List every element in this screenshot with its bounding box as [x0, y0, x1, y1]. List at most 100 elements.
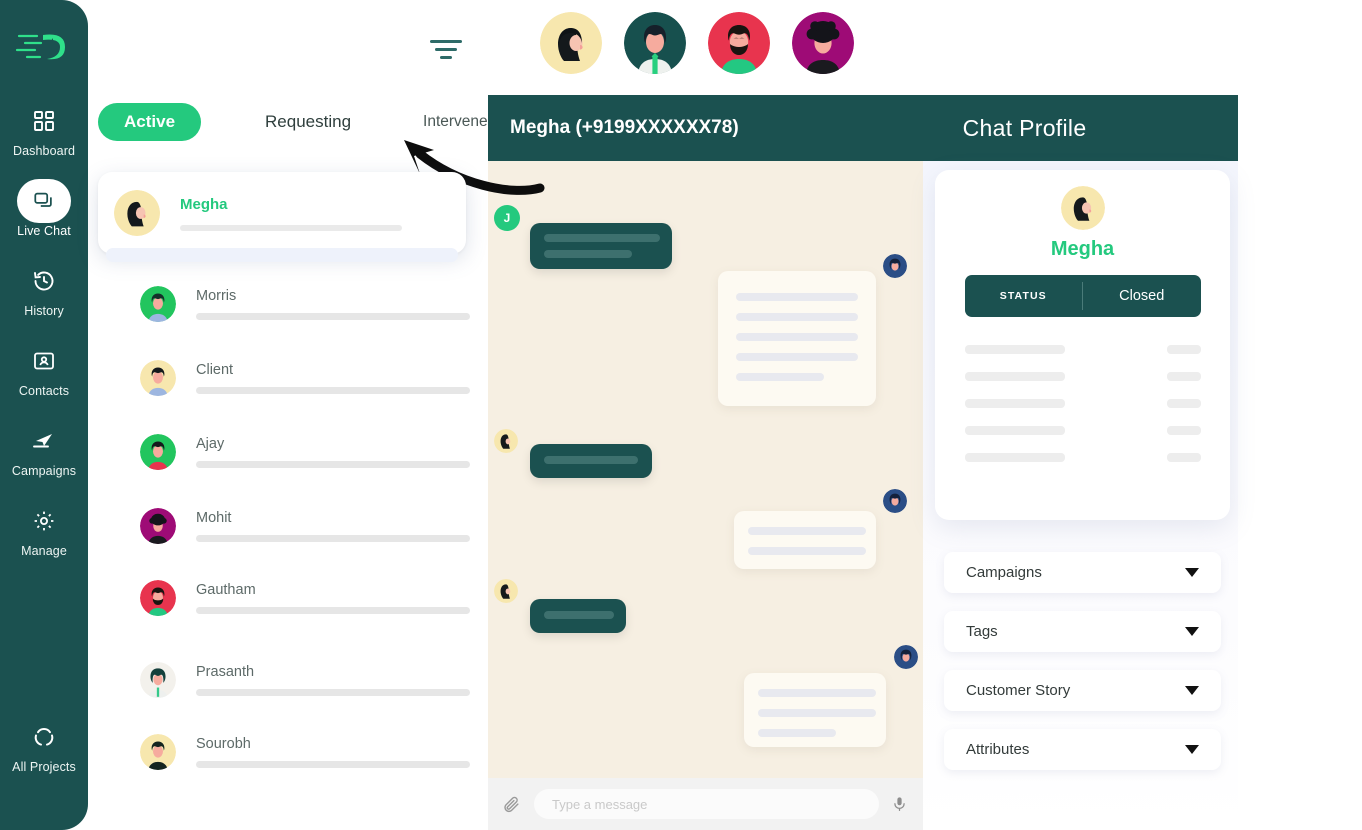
accordion-label: Attributes — [966, 741, 1030, 758]
sidebar-nav: Dashboard Live Chat History Contacts Cam… — [0, 104, 88, 584]
profile-field-row — [964, 453, 1201, 462]
profile-field-row — [964, 372, 1201, 381]
chat-list-item-name: Megha — [180, 195, 228, 213]
sidebar-item-label: Campaigns — [11, 464, 77, 478]
tab-requesting[interactable]: Requesting — [243, 103, 373, 141]
chat-list-item-name: Sourobh — [196, 736, 251, 752]
avatar-man-beard[interactable] — [708, 12, 770, 74]
sidebar-item-manage[interactable]: Manage — [0, 504, 88, 558]
chat-list-item[interactable]: Gautham — [140, 568, 470, 628]
sidebar: Dashboard Live Chat History Contacts Cam… — [0, 0, 88, 830]
agent-initial-badge: J — [494, 205, 520, 231]
profile-field-row — [964, 399, 1201, 408]
chat-filter-tabs: Active Requesting Intervened — [98, 103, 518, 141]
message-composer — [488, 778, 923, 830]
message-skeleton-line — [748, 547, 866, 555]
avatar-woman-hijab[interactable] — [540, 12, 602, 74]
avatar-agent-mini — [494, 579, 518, 603]
sidebar-item-label: Live Chat — [17, 224, 71, 238]
filter-lines-icon[interactable] — [428, 34, 464, 64]
chat-list-item-text: Client — [196, 362, 470, 394]
message-input[interactable] — [534, 789, 879, 819]
status-value: Closed — [1119, 288, 1165, 304]
accordion-item-customer-story[interactable]: Customer Story — [944, 670, 1221, 711]
chat-list-item[interactable]: Prasanth — [140, 650, 470, 710]
chat-list-item-preview-skeleton — [196, 535, 470, 542]
sidebar-item-history[interactable]: History — [0, 264, 88, 318]
accordion-item-campaigns[interactable]: Campaigns — [944, 552, 1221, 593]
profile-accordion: Campaigns Tags Customer Story Attributes — [944, 552, 1221, 788]
sidebar-item-label: Contacts — [18, 384, 70, 398]
profile-card: Megha STATUS Closed — [935, 170, 1230, 520]
chat-profile-header-title: Chat Profile — [962, 114, 1087, 141]
field-label-skeleton — [964, 372, 1065, 381]
field-label-skeleton — [964, 399, 1065, 408]
sidebar-item-contacts[interactable]: Contacts — [0, 344, 88, 398]
accordion-item-tags[interactable]: Tags — [944, 611, 1221, 652]
field-value-skeleton — [1166, 426, 1201, 435]
avatar — [140, 508, 176, 544]
sidebar-item-live-chat[interactable]: Live Chat — [0, 184, 88, 238]
chat-list-item[interactable]: Client — [140, 348, 470, 408]
status-label: STATUS — [999, 290, 1047, 302]
message-skeleton-line — [758, 689, 876, 697]
chat-list-item-text: Prasanth — [196, 664, 470, 696]
chat-list-item-preview-skeleton — [196, 387, 470, 394]
chat-list-item-name: Prasanth — [196, 664, 255, 680]
message-bubble-incoming — [530, 223, 672, 269]
projects-circle-icon — [27, 720, 61, 754]
microphone-icon[interactable] — [891, 795, 909, 814]
message-skeleton-line — [736, 313, 858, 321]
chat-list-item-text: Morris — [196, 288, 470, 320]
avatar — [140, 580, 176, 616]
profile-name: Megha — [1050, 238, 1115, 260]
chat-list-item[interactable]: Mohit — [140, 496, 470, 556]
profile-field-row — [964, 426, 1201, 435]
avatar — [140, 286, 176, 322]
clock-history-icon — [27, 264, 61, 298]
accordion-label: Tags — [966, 623, 998, 640]
paperclip-icon[interactable] — [502, 795, 522, 814]
app-root: Dashboard Live Chat History Contacts Cam… — [0, 0, 1362, 830]
profile-fields-skeleton — [964, 345, 1201, 480]
sidebar-item-label: All Projects — [12, 760, 76, 774]
chat-list-item-text: Gautham — [196, 582, 470, 614]
avatar-man-tie[interactable] — [624, 12, 686, 74]
field-value-skeleton — [1166, 453, 1201, 462]
sidebar-item-campaigns[interactable]: Campaigns — [0, 424, 88, 478]
grid-dashboard-icon — [27, 104, 61, 138]
brand-logo[interactable] — [13, 26, 75, 70]
tab-active[interactable]: Active — [98, 103, 202, 141]
message-skeleton-line — [736, 333, 858, 341]
chat-list-item-preview-skeleton — [196, 689, 470, 696]
avatar-woman-curly[interactable] — [792, 12, 854, 74]
message-skeleton-line — [758, 709, 876, 717]
chat-list-item[interactable]: Sourobh — [140, 722, 470, 782]
sidebar-item-label: Manage — [21, 544, 67, 558]
chat-header: Megha (+9199XXXXXX78) Chat Profile — [488, 95, 1238, 161]
sidebar-item-dashboard[interactable]: Dashboard — [0, 104, 88, 158]
chat-list-item-preview-skeleton — [196, 607, 470, 614]
chat-list-item-name: Mohit — [196, 510, 232, 526]
chat-bubbles-icon — [27, 184, 61, 218]
avatar — [140, 734, 176, 770]
field-label-skeleton — [964, 345, 1065, 354]
message-skeleton-line — [748, 527, 866, 535]
sidebar-item-all-projects[interactable]: All Projects — [0, 720, 88, 774]
message-bubble-incoming — [530, 599, 626, 633]
chat-list-item-preview-skeleton — [180, 224, 402, 231]
chat-list-item[interactable]: Ajay — [140, 422, 470, 482]
avatar — [1060, 186, 1105, 230]
profile-field-row — [964, 345, 1201, 354]
chat-list: Megha Morris Client Ajay Mohit Gautham P… — [98, 172, 470, 812]
chat-list-item-text: Ajay — [196, 436, 470, 468]
accordion-item-attributes[interactable]: Attributes — [944, 729, 1221, 770]
chat-list-item-selected[interactable]: Megha — [98, 172, 466, 262]
message-skeleton-line — [736, 353, 858, 361]
sidebar-item-label: History — [24, 304, 64, 318]
avatar — [114, 190, 160, 236]
chat-list-item-preview-skeleton — [196, 761, 470, 768]
chat-list-item[interactable]: Morris — [140, 274, 470, 334]
message-skeleton-line — [544, 611, 614, 619]
message-bubble-incoming — [530, 444, 652, 478]
